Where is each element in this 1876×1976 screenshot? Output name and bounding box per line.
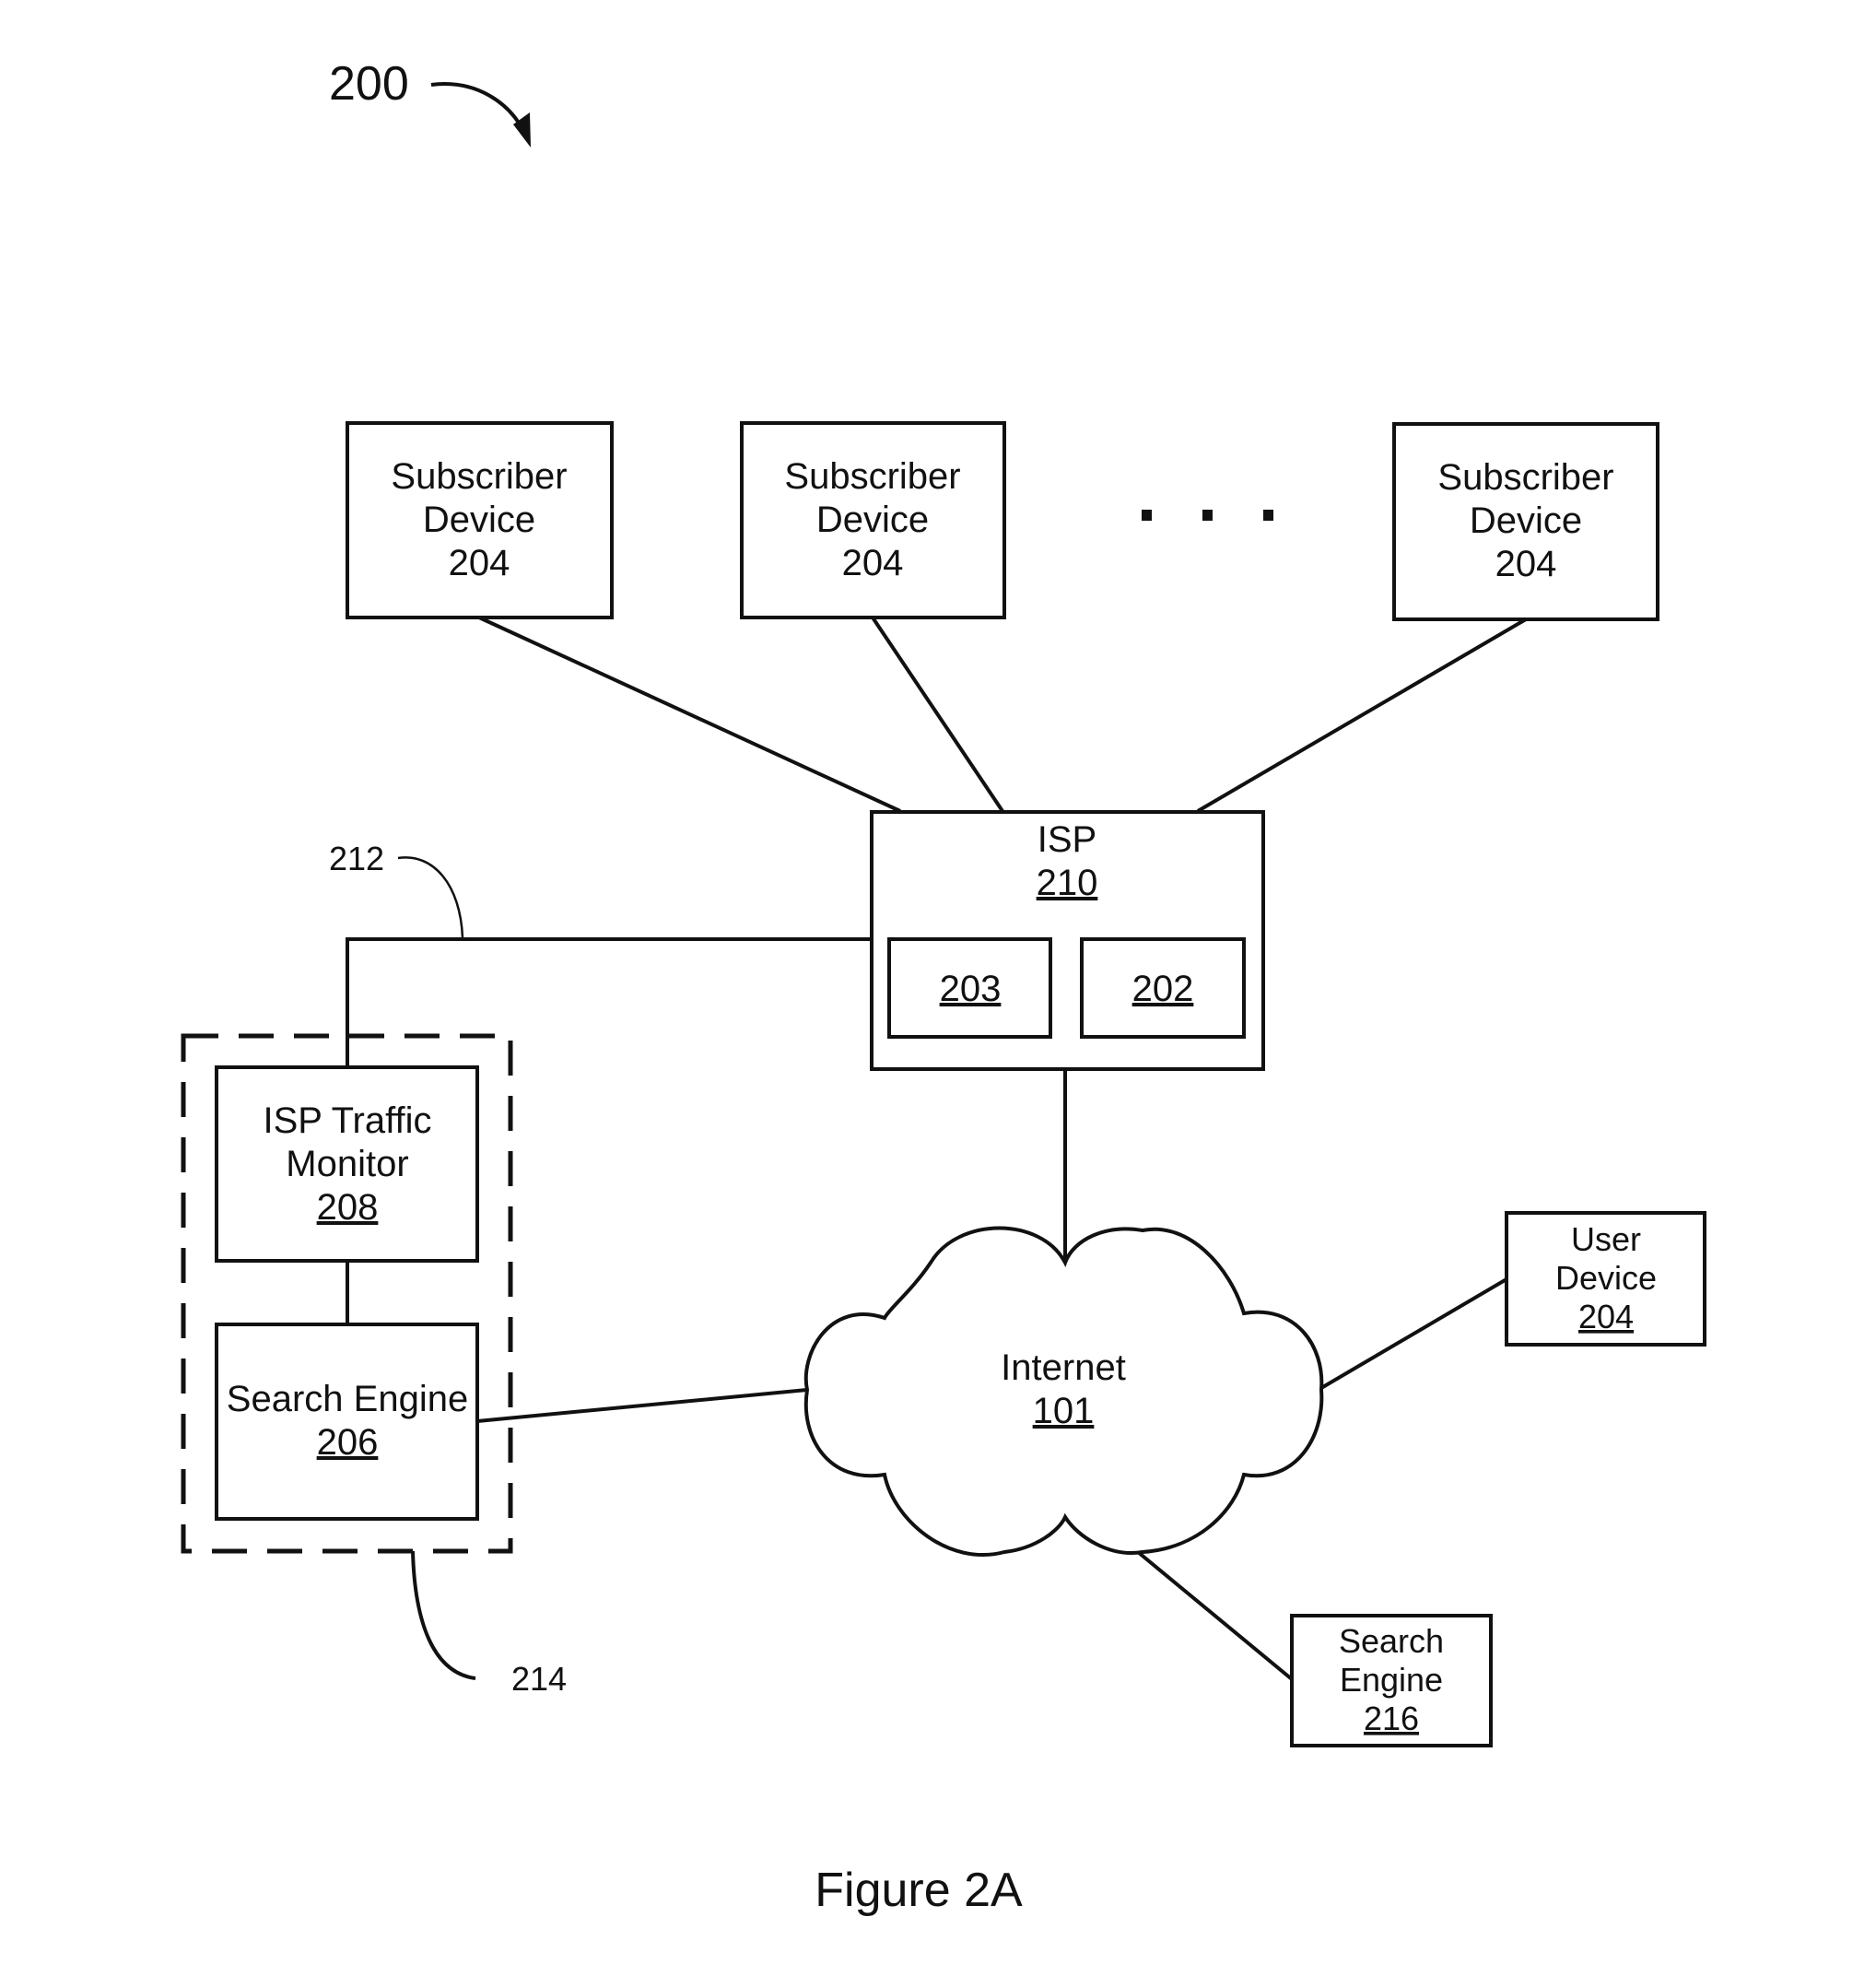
user-device-ref: 204 [1578,1298,1634,1335]
isp-component-202[interactable]: 202 [1080,937,1246,1039]
search-engine-216-label: Search [1339,1622,1444,1660]
internet-cloud[interactable]: Internet 101 [803,1226,1324,1558]
user-device-label: User [1571,1220,1641,1258]
link-subscriber-3-isp [1196,618,1528,813]
link-internet-search-engine-216 [1136,1550,1294,1681]
link-212-leader [397,856,464,939]
search-engine-216-ref: 216 [1364,1700,1419,1737]
link-internet-user-device [1319,1277,1508,1390]
group-214-leader [411,1550,476,1680]
user-device-204[interactable]: User Device 204 [1505,1211,1706,1347]
subscriber-device-3-label: Subscriber [1437,457,1613,498]
subscriber-device-1-ref: 204 [449,543,510,583]
user-device-label2: Device [1555,1259,1657,1297]
subscriber-device-3-ref: 204 [1495,544,1557,584]
subscriber-device-2[interactable]: Subscriber Device 204 [740,421,1006,619]
figure-reference-number: 200 [329,57,409,111]
traffic-monitor-ref: 208 [317,1187,379,1228]
isp-label: ISP [1038,819,1096,860]
link-search-engine-internet [476,1388,808,1423]
search-engine-216-label2: Engine [1340,1661,1443,1699]
traffic-monitor-label2: Monitor [286,1144,408,1184]
group-214-label: 214 [511,1660,567,1698]
internet-ref: 101 [1033,1391,1095,1431]
isp-traffic-monitor[interactable]: ISP Traffic Monitor 208 [215,1065,479,1263]
link-subscriber-1-isp [478,616,901,813]
search-engine-206-ref: 206 [317,1422,379,1463]
link-subscriber-2-isp [871,616,1004,813]
isp-component-203-label: 203 [940,969,1002,1009]
subscriber-device-1[interactable]: Subscriber Device 204 [346,421,614,619]
subscriber-device-3-label2: Device [1470,500,1582,541]
isp-component-203[interactable]: 203 [887,937,1052,1039]
subscriber-device-1-label2: Device [423,500,535,540]
subscriber-device-2-label: Subscriber [784,456,960,497]
isp-ref: 210 [1037,863,1098,903]
figure-caption: Figure 2A [815,1864,1023,1917]
isp-box[interactable]: ISP 210 203 202 [870,810,1265,1071]
link-212-label: 212 [329,840,384,877]
subscriber-device-3[interactable]: Subscriber Device 204 [1392,422,1659,621]
subscriber-device-2-label2: Device [816,500,929,540]
internet-label: Internet [1001,1347,1126,1388]
subscriber-device-2-ref: 204 [842,543,904,583]
isp-component-202-label: 202 [1132,969,1194,1009]
subscriber-device-1-label: Subscriber [391,456,567,497]
figure-reference-arrow [430,82,529,139]
ellipsis-dots [1142,510,1273,521]
link-212 [346,937,872,1067]
network-diagram: 200 Subscriber Device 204 Subscriber Dev… [181,57,1706,1917]
traffic-monitor-label: ISP Traffic [263,1100,431,1141]
search-engine-216[interactable]: Search Engine 216 [1290,1614,1493,1747]
search-engine-206[interactable]: Search Engine 206 [215,1323,479,1521]
search-engine-206-label: Search Engine [227,1379,468,1419]
